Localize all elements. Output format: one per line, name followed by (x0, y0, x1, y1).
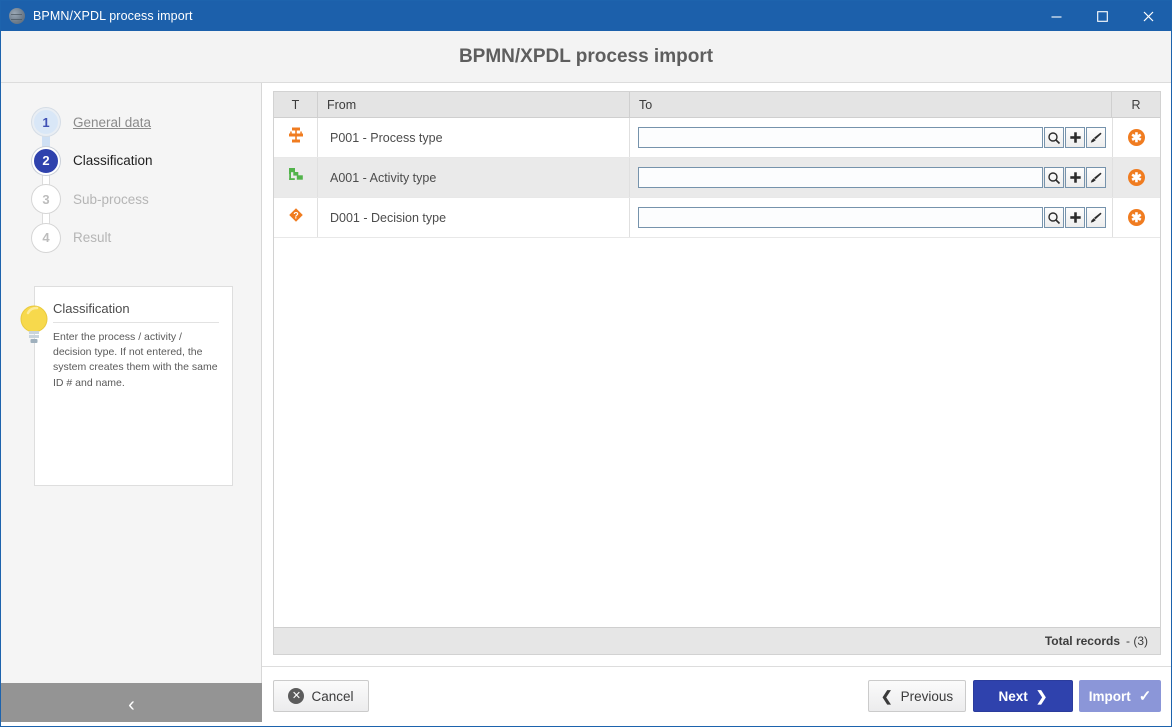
main-pane: T From To R P001 - Process type ✱ A001 -… (262, 83, 1171, 726)
hint-title: Classification (53, 301, 219, 323)
lightbulb-icon (19, 303, 49, 351)
hint-card: Classification Enter the process / activ… (34, 286, 233, 486)
wizard-sidebar: 1 General data 2 Classification 3 Sub-pr… (1, 83, 262, 726)
stepper-number-1: 1 (32, 108, 60, 137)
row-from-label: D001 - Decision type (318, 198, 630, 237)
cancel-button-label: Cancel (311, 688, 354, 704)
sidebar-collapse-button[interactable]: ‹ (1, 683, 262, 726)
column-header-from[interactable]: From (318, 92, 630, 117)
chevron-right-icon: ❯ (1035, 687, 1048, 704)
chevron-left-icon: ❮ (880, 687, 893, 704)
import-button-label: Import (1088, 688, 1131, 704)
add-icon-button[interactable] (1065, 167, 1085, 188)
grid-footer: Total records - (3) (274, 627, 1160, 654)
lookup-control (638, 127, 1106, 148)
row-to-cell (630, 198, 1112, 237)
stepper-item-general-data[interactable]: 1 General data (1, 103, 262, 161)
stepper-number-2: 2 (32, 146, 60, 175)
remove-icon[interactable]: ✱ (1128, 209, 1145, 226)
cancel-button[interactable]: ✕ Cancel (273, 680, 369, 712)
search-icon-button[interactable] (1044, 127, 1064, 148)
total-records-value: - (3) (1126, 634, 1148, 648)
table-row[interactable]: ? D001 - Decision type ✱ (274, 198, 1160, 238)
grid-body: P001 - Process type ✱ A001 - Activity ty… (274, 118, 1160, 653)
table-row[interactable]: P001 - Process type ✱ (274, 118, 1160, 158)
stepper-label-general-data: General data (73, 114, 152, 130)
stepper-item-sub-process[interactable]: 3 Sub-process (1, 180, 262, 238)
next-button-label: Next (998, 688, 1028, 704)
row-from-label: P001 - Process type (318, 118, 630, 157)
stepper-label-result: Result (73, 230, 112, 246)
title-bar: BPMN/XPDL process import (1, 1, 1171, 31)
row-remove-cell: ✱ (1112, 158, 1160, 197)
wizard-footer: ✕ Cancel ❮ Previous Next ❯ Import ✓ (262, 666, 1171, 726)
process-type-icon (287, 126, 305, 149)
add-icon-button[interactable] (1065, 127, 1085, 148)
column-header-to[interactable]: To (630, 92, 1112, 117)
stepper-label-sub-process: Sub-process (73, 191, 149, 207)
classification-grid: T From To R P001 - Process type ✱ A001 -… (273, 91, 1161, 655)
search-icon-button[interactable] (1044, 207, 1064, 228)
window-bottom-strip (1, 722, 1171, 726)
total-records-label: Total records (1044, 634, 1120, 648)
search-icon-button[interactable] (1044, 167, 1064, 188)
stepper-label-classification: Classification (73, 153, 153, 169)
row-type-cell: ? (274, 198, 318, 237)
to-input[interactable] (638, 167, 1043, 188)
row-from-label: A001 - Activity type (318, 158, 630, 197)
page-title: BPMN/XPDL process import (458, 45, 714, 67)
window-title: BPMN/XPDL process import (33, 9, 193, 23)
window-body: 1 General data 2 Classification 3 Sub-pr… (1, 83, 1171, 726)
row-to-cell (630, 118, 1112, 157)
previous-button[interactable]: ❮ Previous (868, 680, 966, 712)
row-remove-cell: ✱ (1112, 198, 1160, 237)
close-button[interactable] (1125, 1, 1171, 31)
remove-icon[interactable]: ✱ (1128, 129, 1145, 146)
stepper-item-result[interactable]: 4 Result (1, 219, 262, 258)
import-button[interactable]: Import ✓ (1079, 680, 1161, 712)
next-button[interactable]: Next ❯ (973, 680, 1073, 712)
to-input[interactable] (638, 207, 1043, 228)
row-remove-cell: ✱ (1112, 118, 1160, 157)
activity-type-icon (287, 166, 305, 189)
column-header-remove[interactable]: R (1112, 92, 1160, 117)
to-input[interactable] (638, 127, 1043, 148)
hint-text: Enter the process / activity / decision … (53, 331, 218, 389)
stepper-number-4: 4 (32, 223, 60, 252)
column-header-type[interactable]: T (274, 92, 318, 117)
import-wizard-window: BPMN/XPDL process import BPMN/XPDL proce… (0, 0, 1172, 727)
table-row[interactable]: A001 - Activity type ✱ (274, 158, 1160, 198)
minimize-button[interactable] (1033, 1, 1079, 31)
globe-icon (9, 8, 25, 24)
row-type-cell (274, 158, 318, 197)
stepper-number-3: 3 (32, 185, 60, 214)
page-header: BPMN/XPDL process import (1, 31, 1171, 83)
add-icon-button[interactable] (1065, 207, 1085, 228)
row-to-cell (630, 158, 1112, 197)
maximize-button[interactable] (1079, 1, 1125, 31)
close-icon: ✕ (288, 688, 305, 704)
lookup-control (638, 167, 1106, 188)
lookup-control (638, 207, 1106, 228)
brush-icon-button[interactable] (1086, 127, 1106, 148)
chevron-left-icon: ‹ (128, 693, 135, 716)
row-type-cell (274, 118, 318, 157)
previous-button-label: Previous (900, 688, 954, 704)
check-icon: ✓ (1138, 688, 1152, 705)
stepper-item-classification[interactable]: 2 Classification (1, 142, 262, 200)
svg-text:?: ? (293, 210, 299, 220)
brush-icon-button[interactable] (1086, 167, 1106, 188)
brush-icon-button[interactable] (1086, 207, 1106, 228)
grid-header-row: T From To R (274, 92, 1160, 118)
hint-panel: Classification Enter the process / activ… (19, 286, 249, 486)
remove-icon[interactable]: ✱ (1128, 169, 1145, 186)
wizard-stepper: 1 General data 2 Classification 3 Sub-pr… (1, 103, 262, 257)
decision-type-icon: ? (287, 206, 305, 229)
